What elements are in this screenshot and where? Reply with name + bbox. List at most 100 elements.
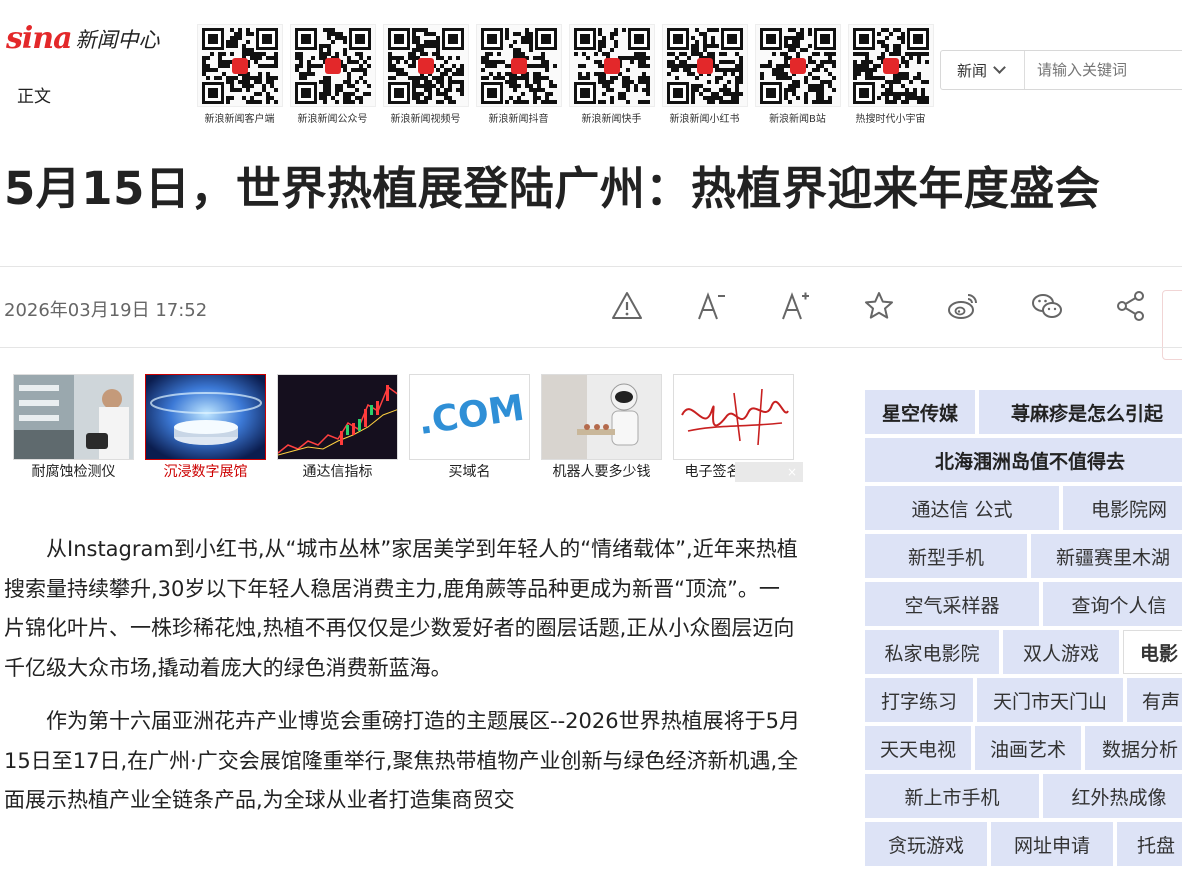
keyword-link[interactable]: 数据分析	[1085, 726, 1182, 770]
qr-code-icon	[847, 24, 934, 107]
search-input[interactable]	[1025, 61, 1182, 79]
keyword-link[interactable]: 电影院网	[1063, 486, 1182, 530]
article-toolbar	[585, 286, 1173, 326]
qr-code-item[interactable]: 新浪新闻小红书	[658, 24, 751, 125]
report-button[interactable]	[585, 286, 669, 326]
ad-caption: 耐腐蚀检测仪	[31, 464, 116, 480]
article-paragraph: 作为第十六届亚洲花卉产业博览会重磅打造的主题展区--2026世界热植展将于5月1…	[4, 709, 800, 812]
warning-icon	[612, 292, 642, 319]
qr-code-icon	[382, 24, 469, 107]
ad-item[interactable]: 耐腐蚀检测仪	[13, 374, 134, 481]
qr-caption: 新浪新闻视频号	[390, 114, 461, 125]
keyword-link[interactable]: 空气采样器	[865, 582, 1039, 626]
divider	[0, 347, 1182, 348]
keyword-link[interactable]: 有声	[1127, 678, 1182, 722]
ad-image-domain: .COM	[409, 374, 530, 460]
article-date: 2026年03月19日 17:52	[4, 300, 208, 321]
keyword-row: 星空传媒 荨麻疹是怎么引起	[865, 390, 1182, 434]
qr-code-icon	[661, 24, 748, 107]
ad-caption: 沉浸数字展馆	[163, 464, 248, 480]
ad-image-digital-hall	[145, 374, 266, 460]
qr-code-icon	[568, 24, 655, 107]
divider	[0, 266, 1182, 267]
qr-code-item[interactable]: 新浪新闻抖音	[472, 24, 565, 125]
qr-caption: 新浪新闻客户端	[204, 114, 275, 125]
font-smaller-icon	[698, 292, 725, 320]
share-wechat-button[interactable]	[1005, 286, 1089, 326]
search-channel-value: 新闻	[957, 61, 988, 80]
qr-caption: 新浪新闻B站	[769, 114, 826, 125]
qr-code-icon	[754, 24, 841, 107]
ad-item[interactable]: 通达信指标	[277, 374, 398, 481]
keyword-link[interactable]: 天天电视	[865, 726, 971, 770]
chevron-down-icon	[993, 61, 1006, 74]
ad-caption: 通达信指标	[302, 464, 373, 480]
article-paragraph: 从Instagram到小红书,从“城市丛林”家居美学到年轻人的“情绪载体”,近年…	[4, 537, 798, 680]
qr-code-item[interactable]: 新浪新闻快手	[565, 24, 658, 125]
ad-image-signature	[673, 374, 794, 460]
keyword-link[interactable]: 双人游戏	[1003, 630, 1119, 674]
ad-image-stock-chart	[277, 374, 398, 460]
qr-caption: 热搜时代小宇宙	[855, 114, 926, 125]
qr-code-item[interactable]: 新浪新闻公众号	[286, 24, 379, 125]
keyword-link[interactable]: 红外热成像	[1043, 774, 1182, 818]
share-button[interactable]	[1089, 286, 1173, 326]
favorite-button[interactable]	[837, 286, 921, 326]
star-icon	[865, 292, 893, 319]
qr-code-item[interactable]: 热搜时代小宇宙	[844, 24, 937, 125]
breadcrumb[interactable]: 正文	[17, 82, 51, 107]
keyword-row: 北海涠洲岛值不值得去	[865, 438, 1182, 482]
keyword-link[interactable]: 新疆赛里木湖	[1031, 534, 1182, 578]
share-icon	[1117, 291, 1144, 321]
ad-image-lab-instrument	[13, 374, 134, 460]
qr-code-item[interactable]: 新浪新闻B站	[751, 24, 844, 125]
qr-code-item[interactable]: 新浪新闻客户端	[193, 24, 286, 125]
ad-item[interactable]: 沉浸数字展馆	[145, 374, 266, 481]
qr-caption: 新浪新闻小红书	[669, 114, 740, 125]
font-larger-button[interactable]	[753, 286, 837, 326]
keyword-link[interactable]: 油画艺术	[975, 726, 1081, 770]
ad-caption: 买域名	[448, 464, 491, 480]
keyword-link[interactable]: 贪玩游戏	[865, 822, 987, 866]
wechat-icon	[1032, 294, 1062, 318]
keyword-link[interactable]: 新型手机	[865, 534, 1027, 578]
search-channel-select[interactable]: 新闻	[941, 51, 1025, 89]
keyword-link[interactable]: 北海涠洲岛值不值得去	[865, 438, 1182, 482]
qr-caption: 新浪新闻抖音	[488, 114, 549, 125]
qr-caption: 新浪新闻快手	[581, 114, 642, 125]
keyword-link[interactable]: 私家电影院	[865, 630, 999, 674]
keyword-link[interactable]: 荨麻疹是怎么引起	[979, 390, 1182, 434]
keyword-grid: 星空传媒 荨麻疹是怎么引起 北海涠洲岛值不值得去 通达信 公式 电影院网 新型手机 新疆赛里…	[865, 390, 1182, 870]
font-larger-icon	[782, 292, 809, 320]
keyword-link[interactable]: 托盘	[1117, 822, 1182, 866]
qr-code-item[interactable]: 新浪新闻视频号	[379, 24, 472, 125]
qr-code-icon	[289, 24, 376, 107]
keyword-link[interactable]: 天门市天门山	[977, 678, 1123, 722]
keyword-link[interactable]: 星空传媒	[865, 390, 975, 434]
keyword-link[interactable]: 打字练习	[865, 678, 973, 722]
keyword-link[interactable]: 电影	[1123, 630, 1182, 674]
keyword-link[interactable]: 查询个人信	[1043, 582, 1182, 626]
article-title: 5月15日，世界热植展登陆广州：热植界迎来年度盛会	[4, 162, 1101, 215]
qr-code-icon	[196, 24, 283, 107]
search-box: 新闻	[940, 50, 1182, 90]
share-weibo-button[interactable]	[921, 286, 1005, 326]
ad-item[interactable]: .COM 买域名	[409, 374, 530, 481]
keyword-row: 通达信 公式 电影院网	[865, 486, 1182, 530]
keyword-row: 新型手机 新疆赛里木湖	[865, 534, 1182, 578]
keyword-row: 新上市手机 红外热成像	[865, 774, 1182, 818]
qr-code-icon	[475, 24, 562, 107]
ad-caption: 机器人要多少钱	[552, 464, 651, 480]
side-feedback-tab[interactable]	[1162, 290, 1182, 360]
keyword-link[interactable]: 通达信 公式	[865, 486, 1059, 530]
logo-sina-text: sina	[6, 21, 73, 56]
qr-code-row: 新浪新闻客户端 新浪新闻公众号 新浪新闻视频号 新浪新闻抖音 新浪新闻快手 新浪…	[193, 24, 937, 125]
font-smaller-button[interactable]	[669, 286, 753, 326]
ad-item[interactable]: 机器人要多少钱	[541, 374, 662, 481]
keyword-link[interactable]: 新上市手机	[865, 774, 1039, 818]
qr-caption: 新浪新闻公众号	[297, 114, 368, 125]
article-body: 从Instagram到小红书,从“城市丛林”家居美学到年轻人的“情绪载体”,近年…	[4, 530, 800, 835]
ad-close-button[interactable]: ×	[735, 462, 803, 482]
keyword-link[interactable]: 网址申请	[991, 822, 1113, 866]
sina-logo[interactable]: sina 新闻中心	[6, 24, 160, 54]
